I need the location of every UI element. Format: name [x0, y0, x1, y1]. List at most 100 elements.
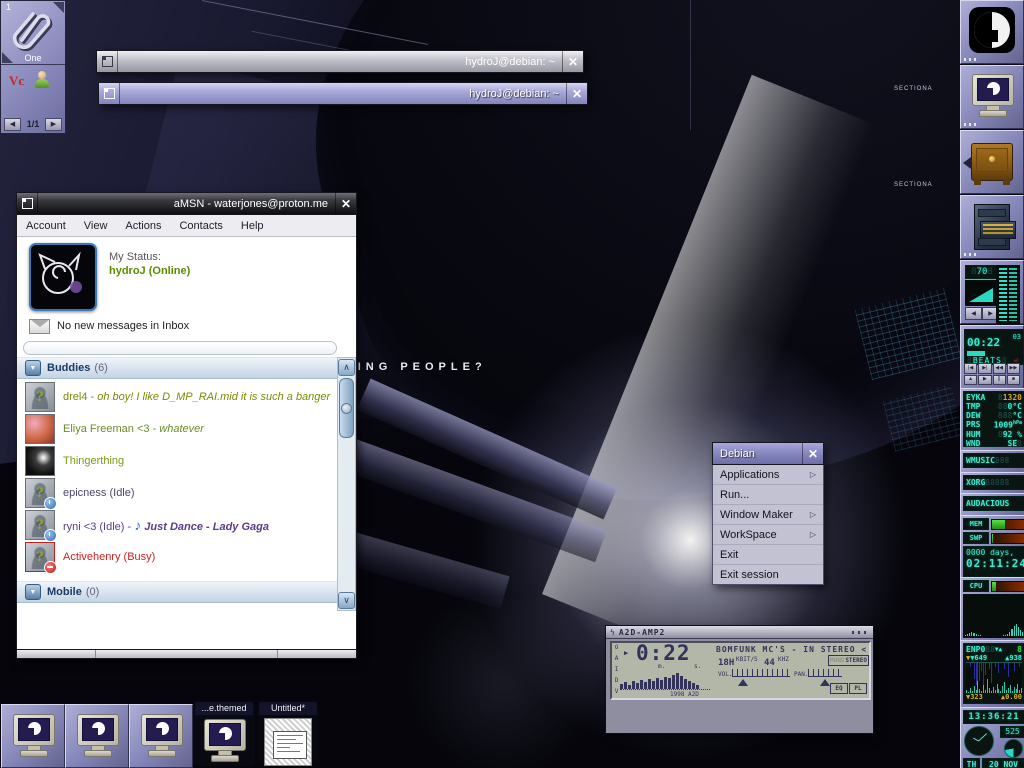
vc-app-icon[interactable]: Vc	[9, 73, 24, 89]
terminal-window-focused[interactable]: hydroJ@debian: ~ ✕	[98, 82, 588, 105]
menu-item-exit-session[interactable]: Exit session	[713, 565, 823, 584]
beats-next-button[interactable]: ▶|	[978, 363, 991, 374]
status-value[interactable]: hydroJ (Online)	[109, 265, 190, 277]
buddy-row[interactable]: Eliya Freeman <3 - whatever	[17, 413, 335, 445]
wm-clip[interactable]: 1 One Vc ◀ 1/1 ▶	[0, 0, 66, 134]
miniaturize-button[interactable]	[99, 83, 120, 104]
beats-time: 00:22	[967, 336, 1000, 349]
window-title[interactable]: aMSN - waterjones@proton.me	[38, 193, 335, 214]
pl-button[interactable]: PL	[849, 683, 867, 694]
menu-close-button[interactable]: ✕	[802, 443, 823, 464]
clip-arrow-icon[interactable]	[53, 2, 64, 13]
menu-titlebar[interactable]: Debian ✕	[712, 442, 824, 465]
scroll-up-button[interactable]: ∧	[338, 359, 355, 376]
track-marquee[interactable]: BOMFUNK MC'S - IN STEREO <+6 B	[716, 645, 866, 654]
envelope-icon[interactable]	[29, 319, 50, 334]
buddy-avatar-photo	[25, 414, 55, 444]
window-title[interactable]: hydroJ@debian: ~	[118, 51, 562, 72]
pan-slider[interactable]	[808, 669, 842, 677]
miniwindow-terminal[interactable]	[65, 704, 129, 768]
volume-thumb[interactable]	[738, 679, 748, 686]
pan-thumb[interactable]	[820, 679, 830, 686]
miniwindow-themed[interactable]: ...e.themed	[193, 704, 255, 766]
wallpaper-section-text: SECTIONA	[894, 182, 933, 188]
terminal-window-unfocused[interactable]: hydroJ@debian: ~ ✕	[96, 50, 584, 73]
dock-tile-beats[interactable]: 00:22 03 8BEATS8 ⏎ |◀ ▶| ◀◀ ▶▶ ▲ ▶ || ■	[960, 325, 1024, 389]
dock-tile-wmaker[interactable]	[960, 0, 1024, 64]
miniaturize-button[interactable]	[17, 193, 38, 214]
resize-bar[interactable]	[16, 649, 357, 659]
spectrum-analyzer[interactable]	[620, 672, 710, 690]
menu-item-exit[interactable]: Exit	[713, 545, 823, 565]
close-button[interactable]: ✕	[566, 83, 587, 104]
menu-item-workspace[interactable]: WorkSpace▷	[713, 525, 823, 545]
dock-tile-sysmon[interactable]: MEM SWP 0000 days, 02:11:24	[960, 515, 1024, 578]
group-header-mobile[interactable]: ▼ Mobile (0)	[17, 581, 337, 603]
dock-tile-net[interactable]: ENP088▼▲8 ▼▼649▲938 ▼323▲0.00	[960, 640, 1024, 709]
close-button[interactable]: ✕	[335, 193, 356, 214]
menu-contacts[interactable]: Contacts	[170, 220, 231, 232]
buddy-row[interactable]: ? ryni <3 (Idle) - ♪ Just Dance - Lady G…	[17, 509, 335, 541]
inbox-text[interactable]: No new messages in Inbox	[57, 320, 189, 332]
beats-stop-button[interactable]: ■	[1007, 375, 1020, 386]
scroll-down-button[interactable]: ∨	[338, 592, 355, 609]
my-avatar[interactable]	[29, 243, 97, 311]
wallpaper-wing	[313, 428, 607, 563]
beats-rew-button[interactable]: ◀◀	[993, 363, 1006, 374]
collapse-icon[interactable]: ▼	[25, 360, 41, 376]
monitor-icon	[75, 714, 119, 758]
beats-eject-button[interactable]: ▲	[964, 375, 977, 386]
dock-tile-terminal[interactable]	[960, 65, 1024, 129]
pager-prev-button[interactable]: ◀	[4, 118, 21, 131]
collapse-icon[interactable]: ▼	[25, 584, 41, 600]
buddy-row[interactable]: Thingerthing	[17, 445, 335, 477]
eq-button[interactable]: EQ	[830, 683, 848, 694]
menu-help[interactable]: Help	[232, 220, 273, 232]
close-button[interactable]: ✕	[562, 51, 583, 72]
miniwindow-untitled[interactable]: Untitled*	[257, 704, 319, 766]
pager-next-button[interactable]: ▶	[45, 118, 62, 131]
volume-wedge[interactable]	[965, 280, 999, 306]
dock-tile-mixer[interactable]: 8708 ◀ ▶	[960, 260, 1024, 324]
dock-tile-cpu[interactable]: CPU	[960, 577, 1024, 642]
dock-tile-weather[interactable]: EYKA81320 TMP880°C DEW888°C PRS1009hPa H…	[960, 388, 1024, 452]
amsn-titlebar[interactable]: aMSN - waterjones@proton.me ✕	[16, 192, 357, 215]
play-state-icon: ▶	[624, 649, 628, 657]
buddy-row[interactable]: ? epicness (Idle)	[17, 477, 335, 509]
mixer-left-button[interactable]: ◀	[965, 307, 982, 320]
clutterbar[interactable]: OAIDV	[613, 644, 620, 695]
titlebar-dots-buttons[interactable]	[852, 631, 868, 634]
miniwindow-terminal[interactable]	[129, 704, 193, 768]
menu-item-applications[interactable]: Applications▷	[713, 465, 823, 485]
player-title[interactable]: A2D-AMP2	[619, 628, 666, 637]
menu-item-window-maker[interactable]: Window Maker▷	[713, 505, 823, 525]
volume-slider[interactable]	[732, 669, 790, 677]
menu-view[interactable]: View	[75, 220, 117, 232]
dock-tile-cabinet[interactable]	[960, 195, 1024, 259]
dock-tile-drawer[interactable]	[960, 130, 1024, 194]
group-header-buddies[interactable]: ▼ Buddies (6)	[17, 357, 337, 379]
scrollbar[interactable]: ∧ ∨	[337, 357, 356, 611]
beats-pause-button[interactable]: ||	[993, 375, 1006, 386]
monitor-icon	[139, 714, 183, 758]
filter-bar[interactable]	[23, 341, 337, 355]
miniwindow-terminal[interactable]	[1, 704, 65, 768]
miniaturize-button[interactable]	[97, 51, 118, 72]
buddy-row[interactable]: ? drel4 - oh boy! I like D_MP_RAI.mid it…	[17, 381, 335, 413]
menu-account[interactable]: Account	[17, 220, 75, 232]
menu-actions[interactable]: Actions	[116, 220, 170, 232]
beats-play-button[interactable]: ▶	[978, 375, 991, 386]
beats-prev-button[interactable]: |◀	[964, 363, 977, 374]
menu-item-run[interactable]: Run...	[713, 485, 823, 505]
player-titlebar[interactable]: ϟ A2D-AMP2	[606, 626, 873, 639]
wallpaper-caption: TING PEOPLE?	[346, 361, 487, 373]
scrollbar-thumb[interactable]	[339, 378, 354, 438]
buddy-row[interactable]: ? Activehenry (Busy)	[17, 541, 335, 573]
menu-title[interactable]: Debian	[713, 443, 802, 464]
window-title[interactable]: hydroJ@debian: ~	[120, 83, 566, 104]
player-time: 0:22	[636, 641, 691, 665]
wallpaper-section-text: SECTIONA	[894, 86, 933, 92]
dock-tile-clock[interactable]: 13:36:21 525 TH 20 NOV	[960, 707, 1024, 768]
drawer-arrow-icon[interactable]	[963, 157, 971, 169]
beats-ff-button[interactable]: ▶▶	[1007, 363, 1020, 374]
